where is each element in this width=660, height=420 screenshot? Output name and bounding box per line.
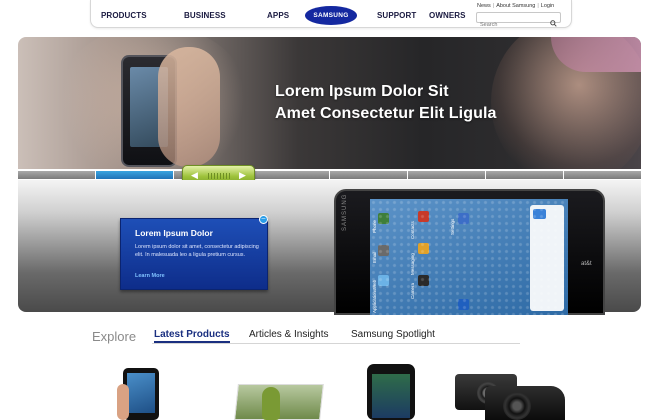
search-widget	[530, 205, 564, 311]
product-cameras[interactable]	[455, 374, 565, 420]
carousel-segment[interactable]	[252, 171, 329, 179]
learn-more-link[interactable]: Learn More	[135, 273, 165, 279]
about-link[interactable]: About Samsung	[496, 3, 535, 9]
tab-divider	[152, 343, 520, 344]
nav-business[interactable]: BUSINESS	[184, 11, 226, 20]
product-phone[interactable]	[367, 364, 415, 420]
camcorder-image	[485, 386, 565, 420]
search-icon[interactable]	[550, 14, 557, 32]
phone-app-icon	[378, 213, 389, 224]
promo-title: Lorem Ipsum Dolor	[135, 228, 213, 238]
top-navigation: PRODUCTS BUSINESS APPS SAMSUNG SUPPORT O…	[90, 0, 572, 30]
nav-products[interactable]: PRODUCTS	[101, 11, 147, 20]
arrow-left-icon[interactable]: ◀	[191, 171, 198, 180]
carousel-segment[interactable]	[330, 171, 407, 179]
web-app-icon	[378, 275, 389, 286]
hero-hand-photo	[158, 47, 220, 167]
nav-owners[interactable]: OWNERS	[429, 11, 466, 20]
phone-carrier: at&t	[581, 261, 592, 267]
email-app-icon	[378, 245, 389, 256]
phone-screen: Phone Contacts Settings Email Messaging …	[370, 199, 568, 315]
samsung-logo[interactable]: SAMSUNG	[305, 6, 357, 25]
applications-app-icon	[458, 299, 469, 310]
app-label-messaging: Messaging	[410, 253, 415, 275]
login-link[interactable]: Login	[541, 3, 554, 9]
carousel-segment[interactable]	[564, 171, 641, 179]
hero-title-line-1: Lorem Ipsum Dolor Sit	[275, 83, 449, 100]
promo-body: Lorem ipsum dolor sit amet, consectetur …	[135, 244, 259, 258]
grip-icon	[208, 173, 232, 179]
nav-apps[interactable]: APPS	[267, 11, 289, 20]
carousel-segment[interactable]	[408, 171, 485, 179]
search-input[interactable]	[477, 20, 547, 30]
phone-brand: SAMSUNG	[342, 193, 348, 231]
arrow-right-icon[interactable]: ▶	[239, 171, 246, 180]
tab-latest-products[interactable]: Latest Products	[154, 329, 230, 343]
settings-app-icon	[458, 213, 469, 224]
hand-image	[117, 384, 129, 420]
app-label-applications: Applications	[372, 288, 377, 313]
tab-articles-insights[interactable]: Articles & Insights	[249, 329, 328, 340]
camera-app-icon	[418, 275, 429, 286]
messaging-app-icon	[418, 243, 429, 254]
tab-samsung-spotlight[interactable]: Samsung Spotlight	[351, 329, 435, 340]
character-image	[262, 387, 280, 420]
hero-title-line-2: Amet Consectetur Elit Ligula	[275, 105, 497, 122]
app-label-contacts: Contacts	[410, 221, 415, 239]
app-label-phone: Phone	[372, 219, 377, 233]
app-label-camera: Camera	[410, 282, 415, 299]
phone-image	[367, 364, 415, 420]
utility-links: News | About Samsung | Login	[477, 3, 555, 9]
app-label-email: Email	[372, 251, 377, 263]
product-movie[interactable]	[232, 384, 324, 420]
nav-support[interactable]: SUPPORT	[377, 11, 416, 20]
carousel-segment[interactable]	[486, 171, 563, 179]
news-link[interactable]: News	[477, 3, 491, 9]
promo-box: Lorem Ipsum Dolor Lorem ipsum dolor sit …	[120, 218, 268, 290]
carousel-track[interactable]	[18, 171, 641, 179]
carousel-segment-active[interactable]	[96, 171, 173, 179]
hero-banner[interactable]: Lorem Ipsum Dolor Sit Amet Consectetur E…	[18, 37, 641, 169]
app-label-web: Web	[372, 279, 377, 289]
product-tablet[interactable]	[117, 366, 165, 420]
lens-icon	[503, 392, 531, 420]
search-box	[476, 12, 561, 30]
carousel-segment[interactable]	[18, 171, 95, 179]
explore-label: Explore	[92, 329, 137, 344]
featured-phone: SAMSUNG Phone Contacts Settings Email Me…	[334, 189, 605, 315]
contacts-app-icon	[418, 211, 429, 222]
hero-title: Lorem Ipsum Dolor Sit Amet Consectetur E…	[275, 81, 497, 125]
minimize-icon[interactable]: –	[259, 215, 268, 224]
app-label-settings: Settings	[450, 218, 455, 235]
